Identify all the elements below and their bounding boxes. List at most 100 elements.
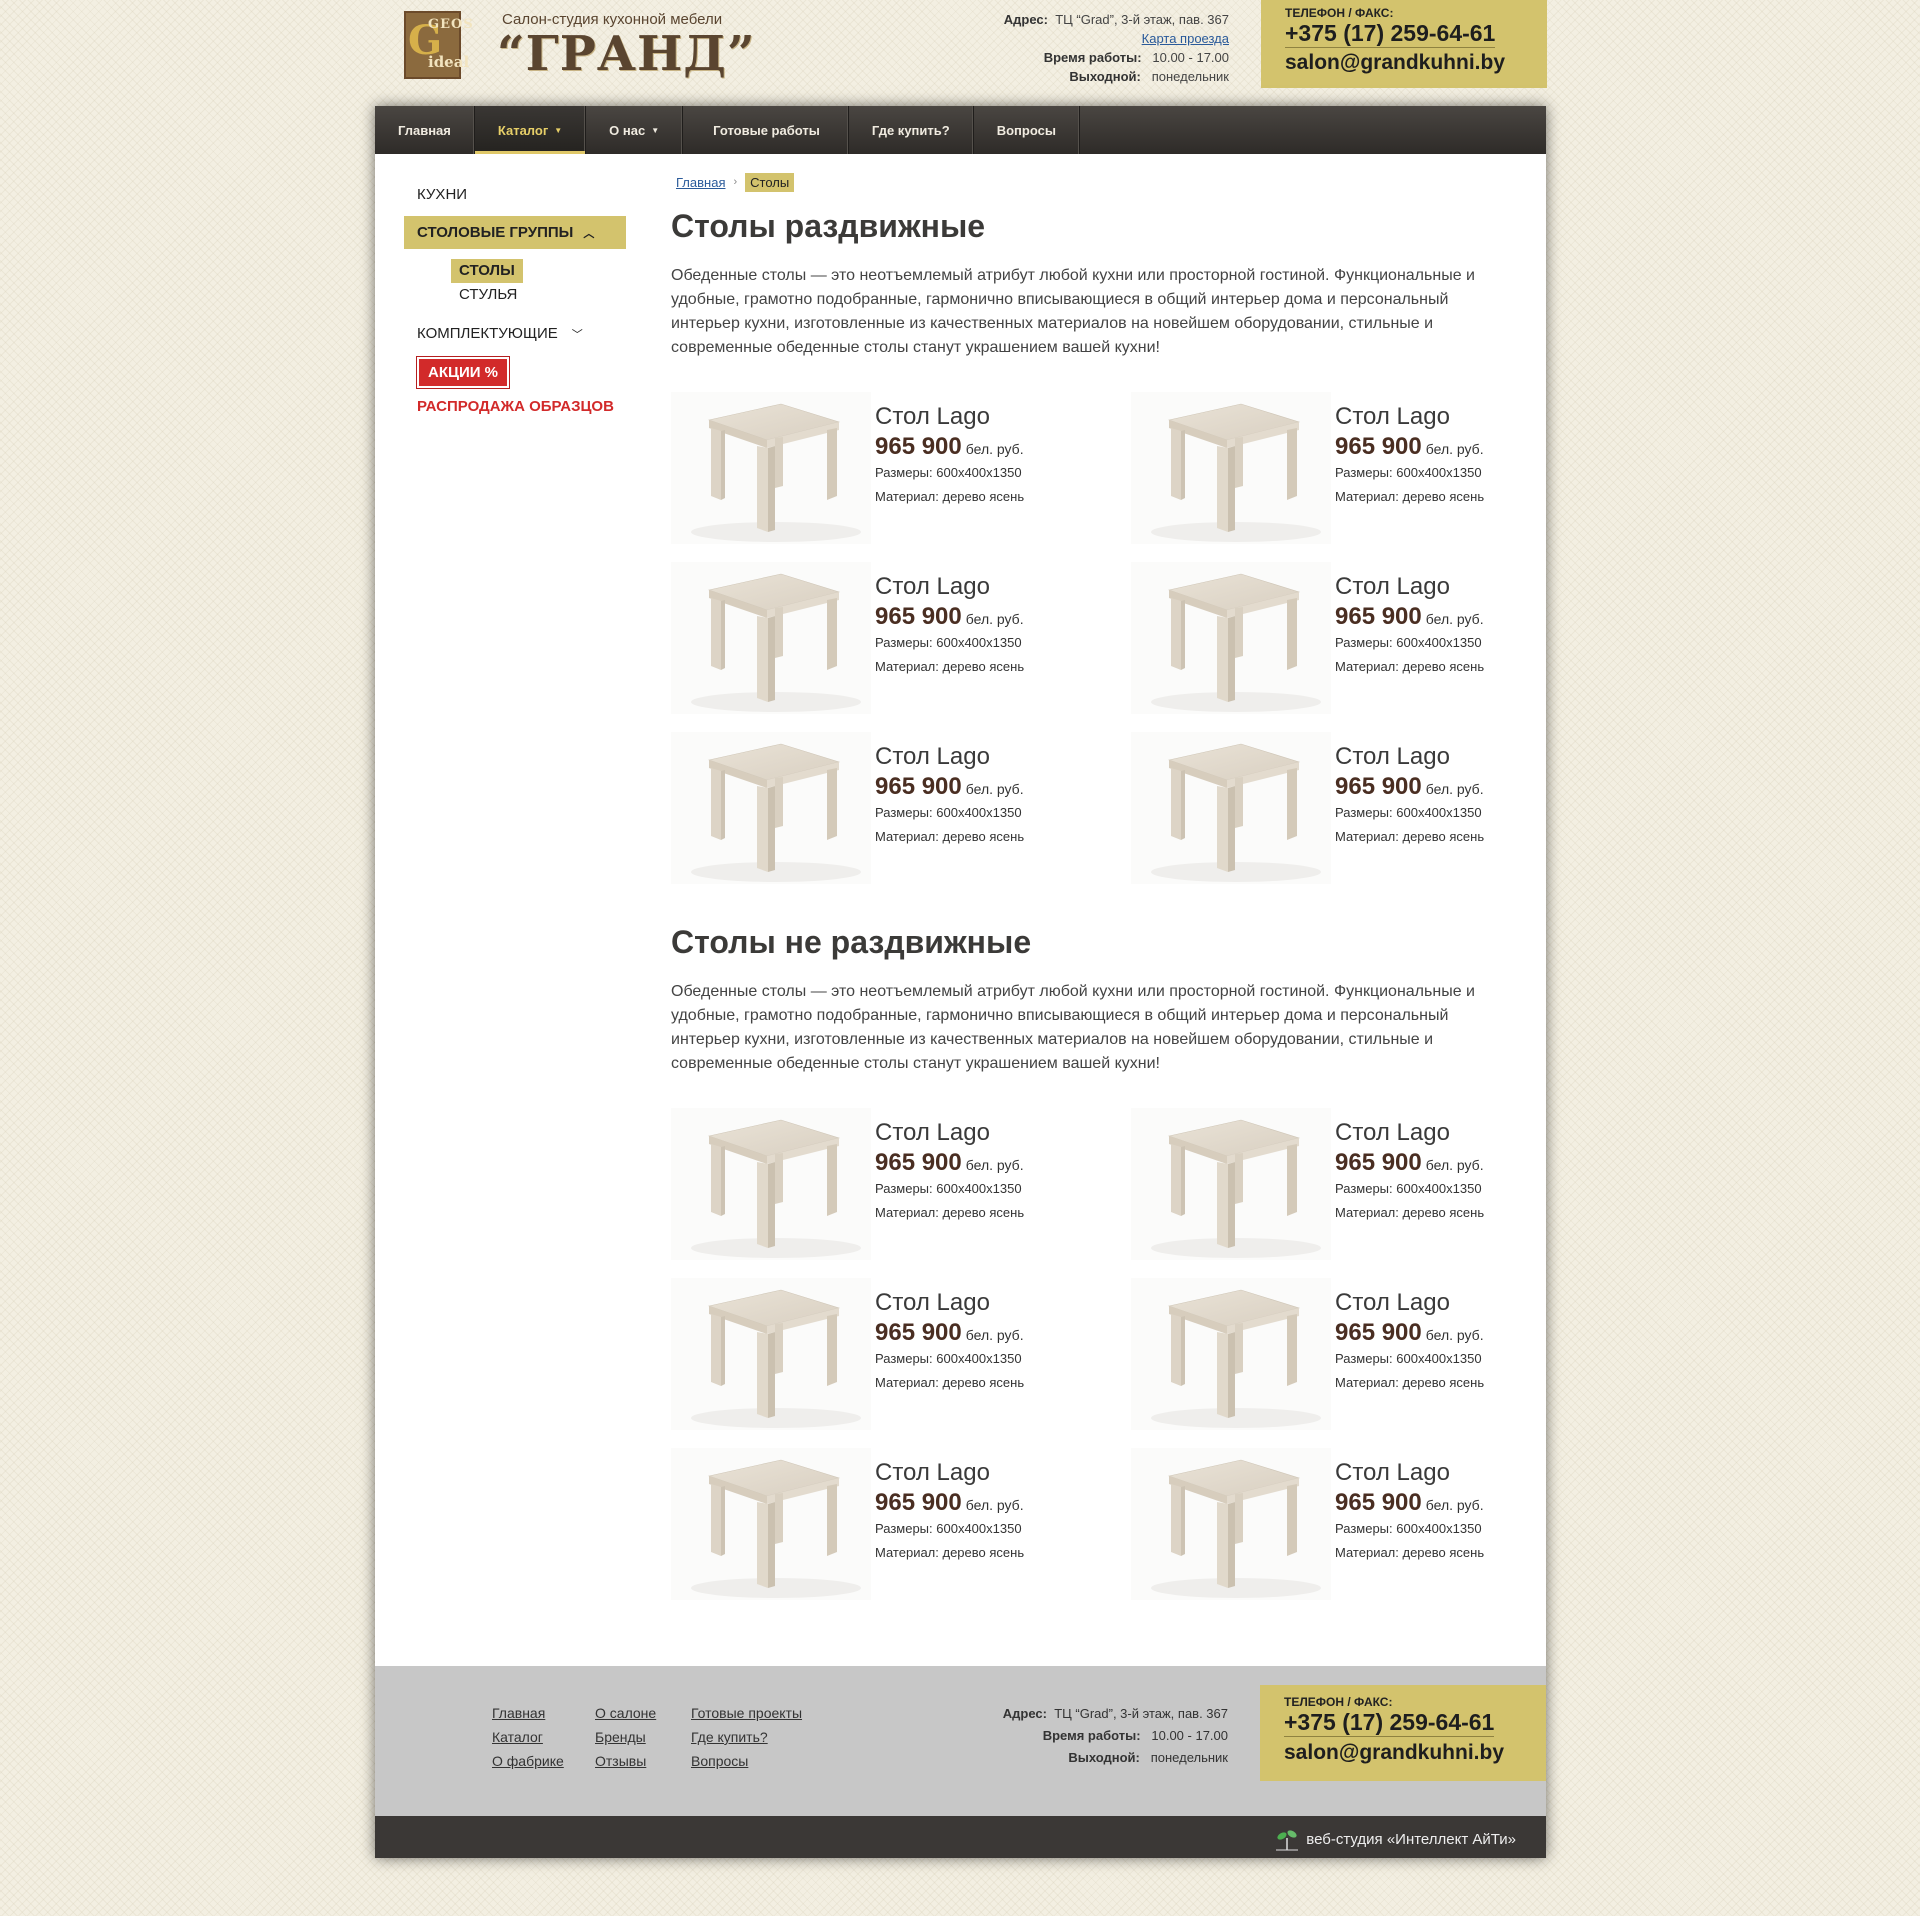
product-card[interactable]: Стол Lago 965 900 бел. руб. Размеры: 600х40… [671,1108,1131,1260]
product-card[interactable]: Стол Lago 965 900 бел. руб. Размеры: 600х40… [671,732,1131,884]
brand-name[interactable]: “ГРАНД” [497,26,756,82]
email-address[interactable]: salon@grandkuhni.by [1284,1741,1546,1765]
nav-item-faq[interactable]: Вопросы [974,106,1080,154]
product-card[interactable]: Стол Lago 965 900 бел. руб. Размеры: 600х40… [671,1278,1131,1430]
nav-item-about[interactable]: О нас ▼ [586,106,684,154]
price-value: 965 900 [1335,1489,1422,1516]
hours-value: 10.00 - 17.00 [1151,1728,1228,1743]
table-product-image[interactable] [671,732,871,884]
sidebar-item-outlet[interactable]: РАСПРОДАЖА ОБРАЗЦОВ [404,398,626,415]
product-title[interactable]: Стол Lago [1335,1118,1484,1148]
hours-label: Время работы: [1043,50,1142,65]
section-intro-extendable: Обеденные столы — это неотъемлемый атриб… [671,267,1475,356]
footer-link-catalog[interactable]: Каталог [492,1727,595,1747]
product-card[interactable]: Стол Lago 965 900 бел. руб. Размеры: 600х40… [1131,392,1511,544]
footer-link-factory[interactable]: О фабрике [492,1751,595,1771]
sale-badge-button[interactable]: АКЦИИ % [415,356,511,389]
map-link[interactable]: Карта проезда [1142,31,1229,46]
product-title[interactable]: Стол Lago [1335,1288,1484,1318]
product-material: Материал: дерево ясень [1335,829,1485,844]
product-card[interactable]: Стол Lago 965 900 бел. руб. Размеры: 600х40… [1131,1108,1511,1260]
dayoff-label: Выходной: [1069,69,1141,84]
main-content: Главная › Столы Столы раздвижные Обеденн… [671,172,1511,1600]
table-product-image[interactable] [671,392,871,544]
product-title[interactable]: Стол Lago [1335,1458,1484,1488]
product-size: Размеры: 600х400х1350 [1335,1521,1482,1536]
phone-label: ТЕЛЕФОН / ФАКС: [1284,1695,1393,1709]
product-info: Стол Lago 965 900 бел. руб. Размеры: 600х40… [871,1448,1024,1600]
sidebar-item-kitchens[interactable]: КУХНИ [404,180,626,210]
table-product-image[interactable] [1131,1448,1331,1600]
product-card[interactable]: Стол Lago 965 900 бел. руб. Размеры: 600х40… [1131,732,1511,884]
footer-link-home[interactable]: Главная [492,1703,595,1723]
product-card[interactable]: Стол Lago 965 900 бел. руб. Размеры: 600х40… [1131,1278,1511,1430]
footer-link-brands[interactable]: Бренды [595,1727,691,1747]
price-currency: бел. руб. [965,441,1024,457]
price-currency: бел. руб. [965,1157,1024,1173]
table-product-image[interactable] [671,1448,871,1600]
table-product-image[interactable] [1131,1278,1331,1430]
table-product-image[interactable] [1131,732,1331,884]
sidebar-subitem-chairs[interactable]: СТУЛЬЯ [451,283,525,307]
table-product-image[interactable] [1131,392,1331,544]
product-size: Размеры: 600х400х1350 [875,1351,1022,1366]
product-material: Материал: дерево ясень [1335,659,1485,674]
table-product-image[interactable] [1131,562,1331,714]
sidebar-item-dining-groups[interactable]: СТОЛОВЫЕ ГРУППЫ ︿ [404,216,626,249]
footer-link-faq[interactable]: Вопросы [691,1751,821,1771]
footer-link-reviews[interactable]: Отзывы [595,1751,691,1771]
sidebar-item-components[interactable]: КОМПЛЕКТУЮЩИЕ ﹀ [404,319,626,349]
product-title[interactable]: Стол Lago [875,572,1024,602]
hours-label: Время работы: [1042,1728,1141,1743]
price-currency: бел. руб. [965,611,1024,627]
breadcrumb-separator: › [733,176,738,188]
product-title[interactable]: Стол Lago [1335,742,1484,772]
nav-item-where-to-buy[interactable]: Где купить? [849,106,974,154]
price-value: 965 900 [875,1489,962,1516]
product-price: 965 900 бел. руб. [875,1149,1024,1177]
footer-link-about-salon[interactable]: О салоне [595,1703,691,1723]
product-card[interactable]: Стол Lago 965 900 бел. руб. Размеры: 600х40… [1131,1448,1511,1600]
nav-item-works[interactable]: Готовые работы [683,106,849,154]
price-currency: бел. руб. [1425,1327,1484,1343]
product-info: Стол Lago 965 900 бел. руб. Размеры: 600х40… [871,562,1024,714]
product-info: Стол Lago 965 900 бел. руб. Размеры: 600х40… [871,392,1024,544]
nav-item-catalog[interactable]: Каталог ▼ [474,106,587,154]
product-card[interactable]: Стол Lago 965 900 бел. руб. Размеры: 600х40… [671,1448,1131,1600]
product-size: Размеры: 600х400х1350 [1335,1181,1482,1196]
product-title[interactable]: Стол Lago [875,402,1024,432]
price-value: 965 900 [875,773,962,800]
email-address[interactable]: salon@grandkuhni.by [1285,51,1547,75]
studio-credit[interactable]: веб-студия «Интеллект АйТи» [1272,1826,1516,1852]
product-material: Материал: дерево ясень [875,829,1025,844]
footer-link-projects[interactable]: Готовые проекты [691,1703,821,1723]
product-title[interactable]: Стол Lago [875,1288,1024,1318]
table-product-image[interactable] [671,1278,871,1430]
table-product-image[interactable] [671,562,871,714]
site-footer: Главная О салоне Готовые проекты Каталог… [375,1666,1546,1816]
product-card[interactable]: Стол Lago 965 900 бел. руб. Размеры: 600х40… [671,562,1131,714]
footer-link-where-to-buy[interactable]: Где купить? [691,1727,821,1747]
nav-item-home[interactable]: Главная [375,106,475,154]
product-card[interactable]: Стол Lago 965 900 бел. руб. Размеры: 600х40… [1131,562,1511,714]
address-label: Адрес: [1003,12,1048,27]
geos-ideal-logo[interactable]: G GEOS ideal [404,11,473,79]
phone-number[interactable]: +375 (17) 259-64-61 [1284,1709,1495,1737]
phone-number[interactable]: +375 (17) 259-64-61 [1285,20,1496,48]
table-product-image[interactable] [1131,1108,1331,1260]
product-title[interactable]: Стол Lago [875,742,1024,772]
sidebar-subitem-tables[interactable]: СТОЛЫ [451,259,523,283]
price-currency: бел. руб. [965,1327,1024,1343]
nav-label: Где купить? [871,122,950,138]
table-product-image[interactable] [671,1108,871,1260]
price-value: 965 900 [875,1319,962,1346]
product-title[interactable]: Стол Lago [875,1458,1024,1488]
product-title[interactable]: Стол Lago [1335,402,1484,432]
product-card[interactable]: Стол Lago 965 900 бел. руб. Размеры: 600х40… [671,392,1131,544]
product-title[interactable]: Стол Lago [875,1118,1024,1148]
product-info: Стол Lago 965 900 бел. руб. Размеры: 600х40… [1331,392,1484,544]
address-value: ТЦ “Grad”, 3-й этаж, пав. 367 [1054,1706,1228,1721]
hours-value: 10.00 - 17.00 [1152,50,1229,65]
product-title[interactable]: Стол Lago [1335,572,1484,602]
breadcrumb-home[interactable]: Главная [676,175,725,190]
